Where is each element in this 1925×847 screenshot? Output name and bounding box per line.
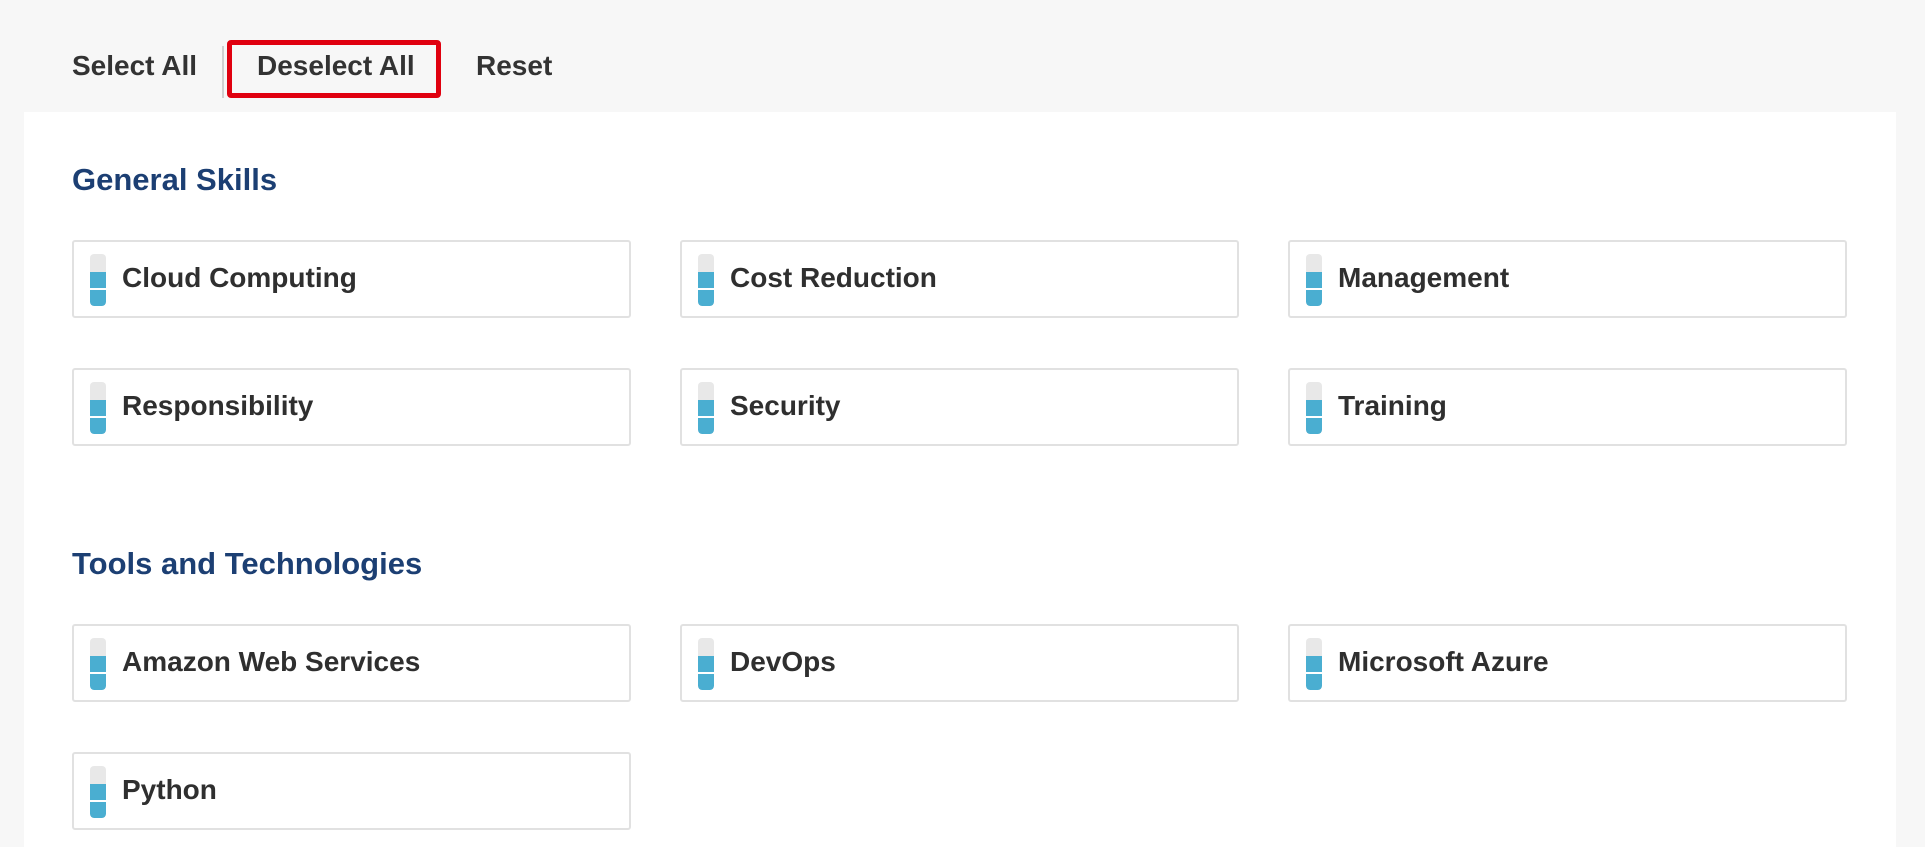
skill-card-cost-reduction[interactable]: Cost Reduction [680,240,1239,318]
skill-label: Responsibility [122,390,314,421]
skill-label: Management [1338,262,1510,293]
skill-level-fill [1306,272,1322,306]
skill-label: Security [730,390,841,421]
skill-level-fill [90,272,106,306]
skill-toolbar: Select All Deselect All Reset [0,0,1925,112]
section-title-general-skills: General Skills [72,162,278,197]
skill-label: Python [122,774,217,805]
skill-card-management[interactable]: Management [1288,240,1847,318]
skill-level-meter[interactable] [1306,382,1322,434]
skill-level-fill [90,656,106,690]
skill-level-meter[interactable] [698,638,714,690]
skill-card-python[interactable]: Python [72,752,631,830]
select-all-button[interactable]: Select All [72,48,197,84]
skill-level-meter[interactable] [1306,638,1322,690]
skills-panel: General Skills Cloud Computing Cost Redu… [24,112,1896,847]
skill-label: Training [1338,390,1447,421]
skill-label: Cost Reduction [730,262,937,293]
skill-card-security[interactable]: Security [680,368,1239,446]
skill-level-fill [90,784,106,818]
skill-level-fill [698,400,714,434]
skill-level-meter[interactable] [90,254,106,306]
skill-card-cloud-computing[interactable]: Cloud Computing [72,240,631,318]
skill-level-meter[interactable] [698,254,714,306]
deselect-all-button[interactable]: Deselect All [257,48,415,84]
skill-level-meter[interactable] [90,638,106,690]
skill-level-meter[interactable] [90,382,106,434]
skill-label: Microsoft Azure [1338,646,1549,677]
skill-level-fill [698,272,714,306]
reset-button[interactable]: Reset [476,48,552,84]
toolbar-divider [222,46,224,98]
section-title-tools-and-technologies: Tools and Technologies [72,546,423,581]
skill-card-responsibility[interactable]: Responsibility [72,368,631,446]
skill-label: DevOps [730,646,836,677]
skill-label: Cloud Computing [122,262,357,293]
skill-level-fill [90,400,106,434]
skill-level-meter[interactable] [90,766,106,818]
skill-level-meter[interactable] [1306,254,1322,306]
skill-card-training[interactable]: Training [1288,368,1847,446]
skill-level-fill [1306,400,1322,434]
skill-level-fill [1306,656,1322,690]
skill-label: Amazon Web Services [122,646,421,677]
skill-level-fill [698,656,714,690]
skill-card-devops[interactable]: DevOps [680,624,1239,702]
skill-card-microsoft-azure[interactable]: Microsoft Azure [1288,624,1847,702]
skill-level-meter[interactable] [698,382,714,434]
skill-card-amazon-web-services[interactable]: Amazon Web Services [72,624,631,702]
